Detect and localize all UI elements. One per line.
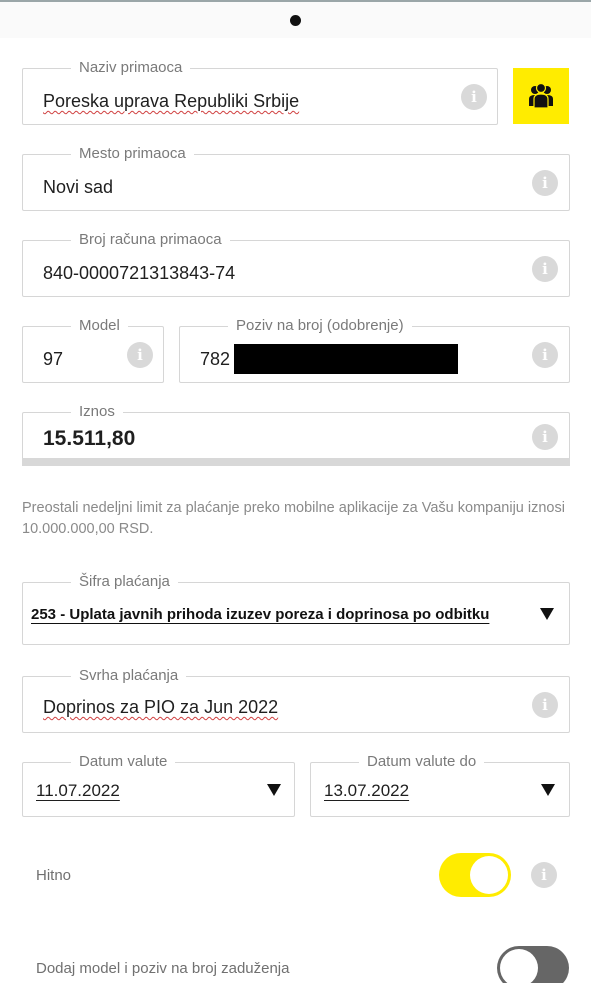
toggle-knob bbox=[470, 856, 508, 894]
value-date-to-value: 13.07.2022 bbox=[324, 781, 410, 800]
toggle-knob bbox=[500, 949, 538, 983]
info-icon[interactable]: i bbox=[531, 862, 557, 888]
urgent-label: Hitno bbox=[36, 867, 72, 884]
recipient-account-value: 840-0000721313843-74 bbox=[43, 263, 236, 283]
value-date-value: 11.07.2022 bbox=[36, 781, 120, 800]
debt-model-toggle[interactable] bbox=[497, 946, 569, 983]
recipient-account-label: Broj računa primaoca bbox=[71, 231, 230, 249]
reference-label: Poziv na broj (odobrenje) bbox=[228, 317, 412, 335]
info-icon[interactable]: i bbox=[532, 692, 558, 718]
value-date-select[interactable]: Datum valute 11.07.2022 bbox=[22, 753, 295, 817]
info-icon[interactable]: i bbox=[127, 342, 153, 368]
amount-underline bbox=[22, 458, 570, 466]
recipient-place-label: Mesto primaoca bbox=[71, 145, 194, 163]
purpose-label: Svrha plaćanja bbox=[71, 667, 187, 685]
info-icon[interactable]: i bbox=[532, 424, 558, 450]
purpose-value-text: Doprinos za PIO za Jun 2022 bbox=[43, 697, 279, 717]
value-date-to-label: Datum valute do bbox=[359, 753, 485, 771]
amount-field[interactable]: Iznos 15.511,80 i bbox=[22, 403, 570, 462]
contacts-button[interactable] bbox=[513, 68, 569, 124]
caret-down-icon bbox=[541, 784, 555, 796]
info-icon[interactable]: i bbox=[532, 342, 558, 368]
reference-value: 782 bbox=[200, 349, 231, 369]
payment-code-value: 253 - Uplata javnih prihoda izuzev porez… bbox=[31, 606, 490, 623]
caret-down-icon bbox=[267, 784, 281, 796]
info-icon[interactable]: i bbox=[532, 256, 558, 282]
recipient-place-field[interactable]: Mesto primaoca Novi sad i bbox=[22, 145, 570, 211]
recipient-account-field[interactable]: Broj računa primaoca 840-0000721313843-7… bbox=[22, 231, 570, 297]
limit-note: Preostali nedeljni limit za plaćanje pre… bbox=[22, 500, 565, 537]
payment-code-label: Šifra plaćanja bbox=[71, 573, 178, 591]
value-date-label: Datum valute bbox=[71, 753, 176, 771]
value-date-to-select[interactable]: Datum valute do 13.07.2022 bbox=[310, 753, 570, 817]
redaction-block bbox=[234, 344, 458, 374]
urgent-toggle[interactable] bbox=[439, 853, 511, 897]
model-field[interactable]: Model 97 i bbox=[22, 317, 164, 383]
contacts-group-icon bbox=[529, 82, 553, 109]
debt-model-label: Dodaj model i poziv na broj zaduženja bbox=[36, 960, 290, 977]
info-icon[interactable]: i bbox=[532, 170, 558, 196]
recipient-name-field[interactable]: Naziv primaoca Poreska uprava Republiki … bbox=[22, 59, 498, 125]
recipient-name-value: Poreska uprava Republiki Srbije bbox=[43, 91, 300, 111]
purpose-field[interactable]: Svrha plaćanja Doprinos za PIO za Jun 20… bbox=[22, 667, 570, 733]
recipient-place-value: Novi sad bbox=[43, 177, 114, 197]
camera-dot bbox=[290, 15, 301, 26]
amount-value: 15.511,80 bbox=[43, 427, 136, 450]
payment-code-select[interactable]: Šifra plaćanja 253 - Uplata javnih priho… bbox=[22, 573, 570, 645]
model-label: Model bbox=[71, 317, 128, 335]
purpose-value: Doprinos za PIO za Jun 2022 bbox=[43, 697, 278, 718]
info-icon[interactable]: i bbox=[461, 84, 487, 110]
model-value: 97 bbox=[43, 349, 64, 369]
recipient-name-label: Naziv primaoca bbox=[71, 59, 191, 77]
caret-down-icon bbox=[540, 608, 554, 620]
top-divider bbox=[0, 0, 591, 2]
amount-label: Iznos bbox=[71, 403, 123, 421]
